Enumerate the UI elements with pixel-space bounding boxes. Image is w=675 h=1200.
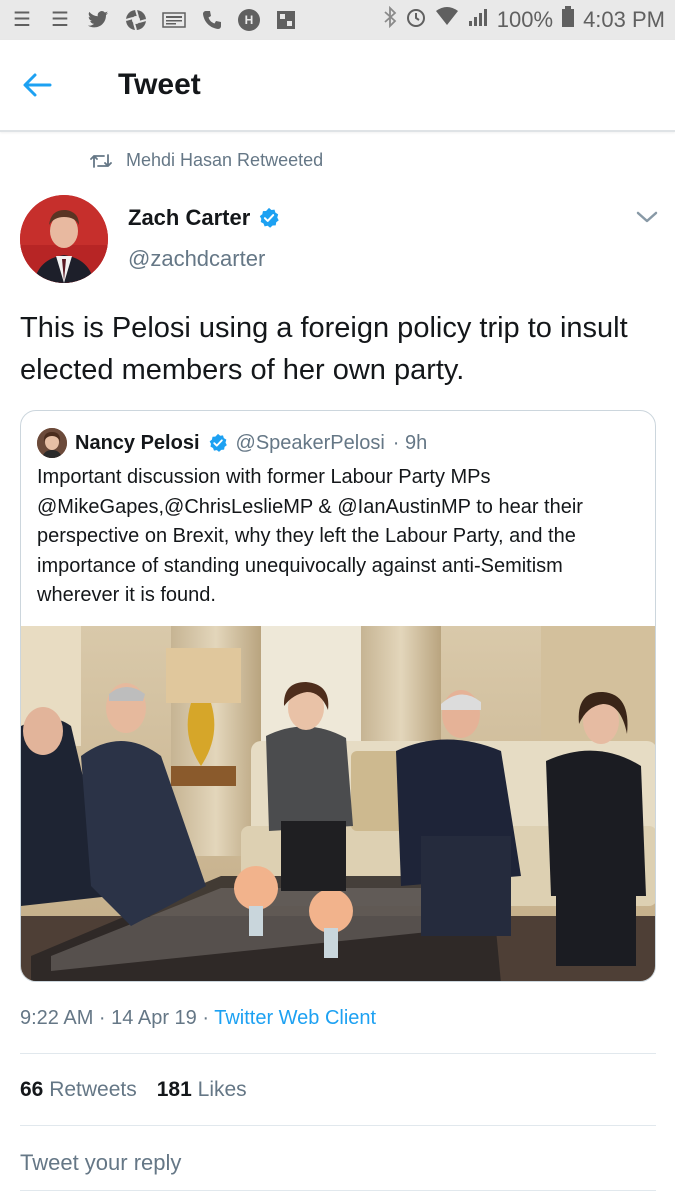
twitter-icon bbox=[86, 8, 110, 32]
system-icons: 100% 4:03 PM bbox=[383, 5, 665, 34]
verified-badge-icon bbox=[209, 433, 227, 452]
quoted-timestamp: · 9h bbox=[392, 431, 428, 454]
app-header: Tweet bbox=[0, 40, 675, 132]
quoted-tweet-header: Nancy Pelosi @SpeakerPelosi · 9h bbox=[37, 428, 427, 458]
back-arrow-icon bbox=[23, 73, 52, 97]
battery-icon bbox=[561, 6, 575, 34]
tweet-stats: 66 Retweets 181 Likes bbox=[20, 1078, 247, 1102]
likes-label: Likes bbox=[197, 1078, 247, 1101]
retweets-stat[interactable]: 66 Retweets bbox=[20, 1078, 137, 1102]
author-name[interactable]: Zach Carter bbox=[128, 205, 280, 231]
quoted-tweet[interactable]: Nancy Pelosi @SpeakerPelosi · 9h Importa… bbox=[20, 410, 656, 982]
menu-icon: ☰ bbox=[13, 9, 31, 31]
verified-badge-icon bbox=[260, 207, 279, 228]
back-button[interactable] bbox=[22, 61, 82, 109]
tweet-photo[interactable] bbox=[21, 626, 655, 981]
quoted-tweet-text: Important discussion with former Labour … bbox=[37, 466, 583, 606]
battery-percent: 100% bbox=[496, 7, 554, 32]
divider bbox=[20, 1190, 656, 1191]
retweet-icon bbox=[90, 153, 112, 168]
signal-icon bbox=[467, 7, 489, 33]
tweet-meta: 9:22 AM · 14 Apr 19 · Twitter Web Client bbox=[20, 1007, 376, 1030]
aperture-icon bbox=[124, 8, 148, 32]
tweet-timestamp: 9:22 AM · 14 Apr 19 · bbox=[20, 1007, 215, 1029]
h-icon: H bbox=[238, 9, 260, 31]
retweet-context-text: Mehdi Hasan Retweeted bbox=[126, 150, 324, 170]
likes-stat[interactable]: 181 Likes bbox=[157, 1078, 247, 1102]
quoted-avatar bbox=[37, 428, 67, 458]
divider bbox=[20, 1125, 656, 1126]
bluetooth-icon bbox=[383, 5, 397, 34]
author-name-text: Zach Carter bbox=[128, 205, 251, 230]
grid-icon bbox=[274, 8, 298, 32]
page-title: Tweet bbox=[118, 68, 201, 101]
status-bar: ☰ ☰ H 100% 4:03 PM bbox=[0, 0, 675, 40]
quoted-author-name: Nancy Pelosi bbox=[75, 431, 200, 454]
alarm-icon bbox=[405, 6, 427, 34]
wifi-icon bbox=[435, 7, 459, 33]
avatar[interactable] bbox=[20, 195, 108, 283]
retweets-label: Retweets bbox=[49, 1078, 137, 1101]
reply-input[interactable]: Tweet your reply bbox=[20, 1150, 181, 1176]
retweet-context[interactable]: Mehdi Hasan Retweeted bbox=[90, 150, 323, 171]
tweet-options-button[interactable] bbox=[632, 206, 662, 230]
notification-icons: ☰ ☰ H bbox=[10, 8, 383, 32]
retweets-count: 66 bbox=[20, 1078, 44, 1101]
quoted-author-handle: @SpeakerPelosi bbox=[235, 431, 385, 454]
tweet-client-link[interactable]: Twitter Web Client bbox=[214, 1007, 376, 1029]
chevron-down-icon bbox=[636, 211, 658, 223]
phone-icon bbox=[200, 8, 224, 32]
news-icon bbox=[162, 8, 186, 32]
divider bbox=[20, 1053, 656, 1054]
likes-count: 181 bbox=[156, 1078, 192, 1101]
tweet-text: This is Pelosi using a foreign policy tr… bbox=[20, 312, 628, 386]
menu-icon: ☰ bbox=[51, 9, 69, 31]
author-handle: @zachdcarter bbox=[128, 246, 266, 271]
clock: 4:03 PM bbox=[583, 7, 665, 32]
